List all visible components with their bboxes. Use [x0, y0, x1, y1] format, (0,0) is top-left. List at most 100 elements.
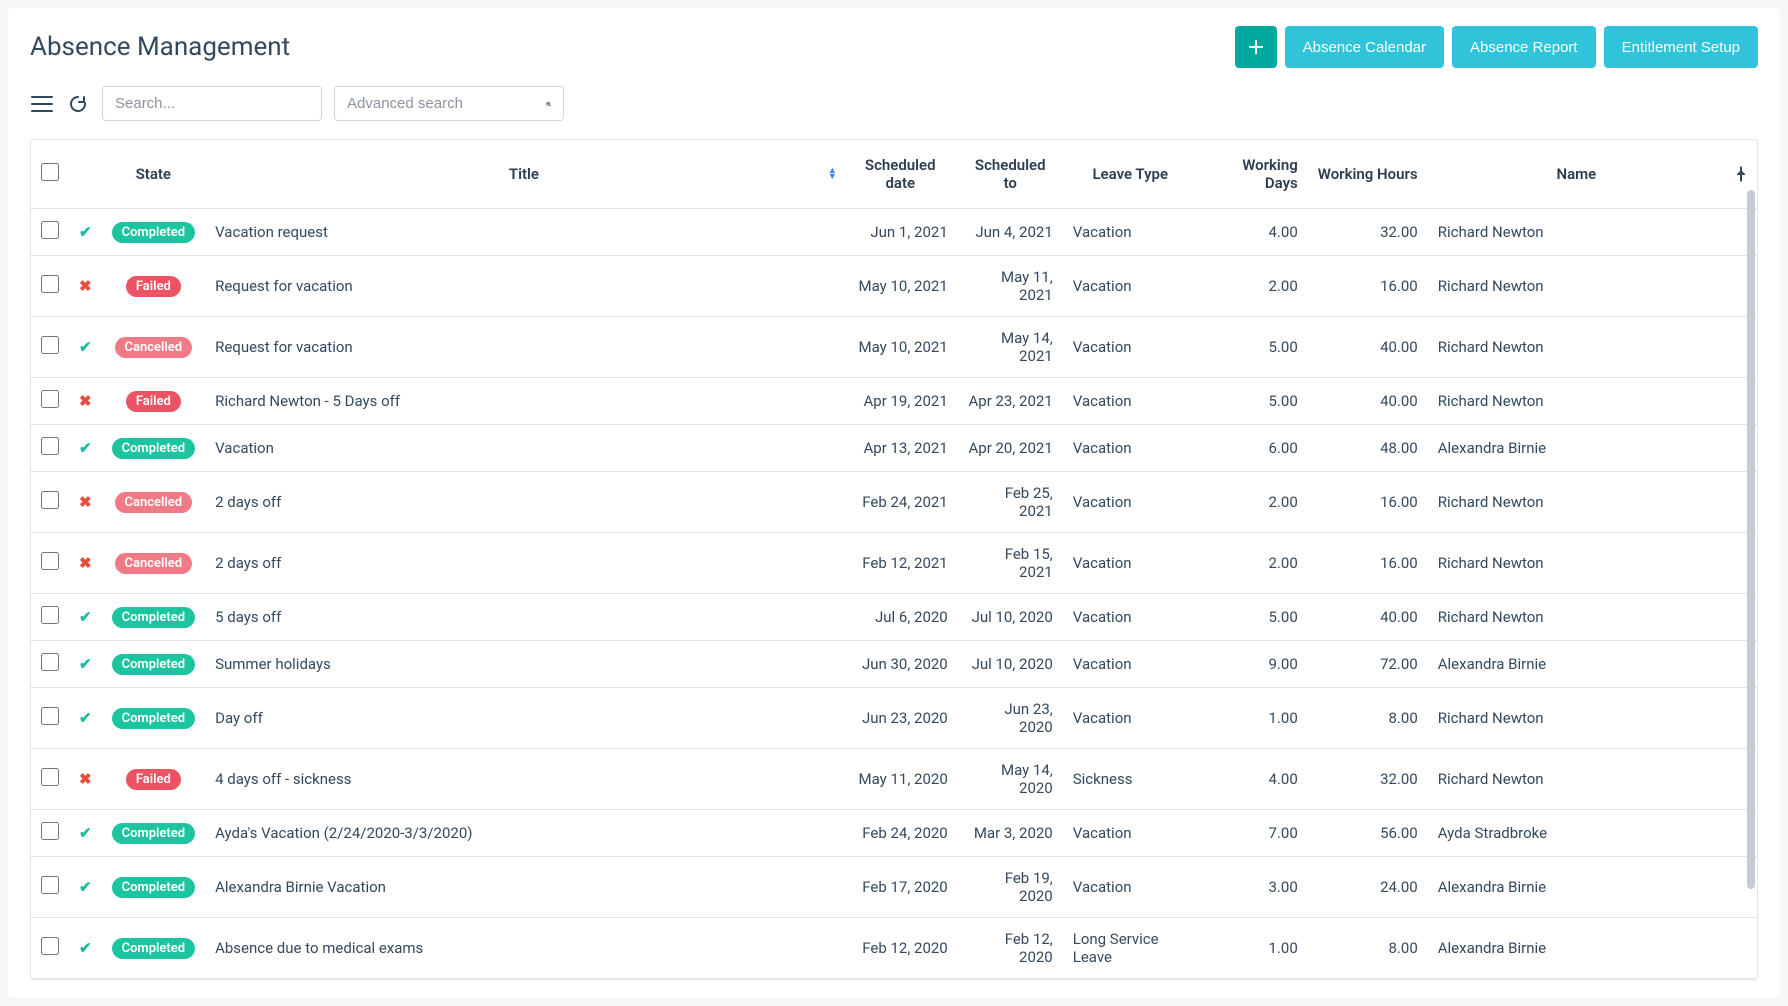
cell-leave-type: Sickness [1063, 749, 1198, 810]
cell-scheduled-to: May 14, 2020 [958, 749, 1063, 810]
cell-scheduled-to: Feb 15, 2021 [958, 533, 1063, 594]
row-checkbox[interactable] [41, 390, 59, 408]
cell-name: Richard Newton [1428, 472, 1725, 533]
check-icon: ✔ [79, 439, 92, 457]
cell-scheduled-to: May 11, 2021 [958, 256, 1063, 317]
cell-leave-type: Vacation [1063, 209, 1198, 256]
search-input[interactable] [115, 95, 314, 112]
cell-leave-type: Vacation [1063, 425, 1198, 472]
cell-name: Alexandra Birnie [1428, 857, 1725, 918]
column-working-days[interactable]: Working Days [1198, 140, 1308, 209]
row-checkbox[interactable] [41, 822, 59, 840]
row-checkbox[interactable] [41, 491, 59, 509]
state-badge: Completed [112, 823, 196, 844]
table-row[interactable]: ✔CancelledRequest for vacationMay 10, 20… [31, 317, 1757, 378]
table-row[interactable]: ✔CompletedAyda's Vacation (2/24/2020-3/3… [31, 810, 1757, 857]
cell-scheduled-to: May 14, 2021 [958, 317, 1063, 378]
table-row[interactable]: ✔CompletedAlexandra Birnie VacationFeb 1… [31, 857, 1757, 918]
table-row[interactable]: ✔CompletedVacationApr 13, 2021Apr 20, 20… [31, 425, 1757, 472]
cell-working-hours: 24.00 [1308, 857, 1428, 918]
row-checkbox[interactable] [41, 552, 59, 570]
check-icon: ✔ [79, 939, 92, 957]
cell-scheduled-date: Jun 1, 2021 [843, 209, 958, 256]
row-checkbox[interactable] [41, 876, 59, 894]
row-checkbox[interactable] [41, 937, 59, 955]
column-title-label: Title [509, 165, 539, 183]
cell-scheduled-date: Feb 24, 2020 [843, 810, 958, 857]
cell-working-days: 2.00 [1198, 472, 1308, 533]
cell-leave-type: Vacation [1063, 641, 1198, 688]
table-row[interactable]: ✖FailedRichard Newton - 5 Days offApr 19… [31, 378, 1757, 425]
column-state[interactable]: State [102, 140, 206, 209]
page-title: Absence Management [30, 32, 290, 62]
cell-leave-type: Vacation [1063, 594, 1198, 641]
cell-working-hours: 32.00 [1308, 749, 1428, 810]
cell-working-days: 5.00 [1198, 594, 1308, 641]
advanced-search-input[interactable] [347, 95, 546, 112]
column-scheduled-to[interactable]: Scheduled to [958, 140, 1063, 209]
row-checkbox[interactable] [41, 653, 59, 671]
cell-leave-type: Vacation [1063, 857, 1198, 918]
state-badge: Completed [112, 607, 196, 628]
cell-scheduled-to: Feb 19, 2020 [958, 857, 1063, 918]
table-row[interactable]: ✖FailedRequest for vacationMay 10, 2021M… [31, 256, 1757, 317]
column-scheduled-date[interactable]: Scheduled date [843, 140, 958, 209]
cell-scheduled-date: Jun 30, 2020 [843, 641, 958, 688]
hamburger-icon [31, 95, 53, 113]
refresh-button[interactable] [66, 92, 90, 116]
cell-leave-type: Vacation [1063, 810, 1198, 857]
cell-working-days: 6.00 [1198, 425, 1308, 472]
table-row[interactable]: ✖Cancelled2 days offFeb 24, 2021Feb 25, … [31, 472, 1757, 533]
row-checkbox[interactable] [41, 221, 59, 239]
table-row[interactable]: ✔CompletedDay offJun 23, 2020Jun 23, 202… [31, 688, 1757, 749]
row-checkbox[interactable] [41, 437, 59, 455]
cell-working-hours: 40.00 [1308, 317, 1428, 378]
cell-title: 2 days off [205, 533, 843, 594]
state-badge: Completed [112, 438, 196, 459]
cell-title: Request for vacation [205, 317, 843, 378]
cell-scheduled-date: Feb 24, 2021 [843, 472, 958, 533]
table-row[interactable]: ✔CompletedVacation requestJun 1, 2021Jun… [31, 209, 1757, 256]
select-all-checkbox[interactable] [41, 163, 59, 181]
state-badge: Failed [126, 769, 181, 790]
column-working-hours[interactable]: Working Hours [1308, 140, 1428, 209]
advanced-search-box [334, 86, 564, 121]
table-row[interactable]: ✔Completed5 days offJul 6, 2020Jul 10, 2… [31, 594, 1757, 641]
x-icon: ✖ [79, 554, 92, 572]
cell-name: Richard Newton [1428, 209, 1725, 256]
state-badge: Completed [112, 222, 196, 243]
cell-working-days: 4.00 [1198, 209, 1308, 256]
cell-working-days: 5.00 [1198, 378, 1308, 425]
row-checkbox[interactable] [41, 606, 59, 624]
scrollbar[interactable] [1747, 190, 1755, 889]
row-checkbox[interactable] [41, 768, 59, 786]
row-checkbox[interactable] [41, 336, 59, 354]
absence-report-button[interactable]: Absence Report [1452, 26, 1596, 68]
table-row[interactable]: ✖ Cancelled 2 days offFeb 12, 2021Feb 15, … [31, 533, 1757, 594]
entitlement-setup-button[interactable]: Entitlement Setup [1604, 26, 1758, 68]
state-badge: Cancelled [115, 553, 193, 574]
refresh-icon [68, 94, 88, 114]
column-title[interactable]: Title ▲▼ [205, 140, 843, 209]
cell-scheduled-to: Feb 12, 2020 [958, 918, 1063, 979]
cell-scheduled-date: Jun 23, 2020 [843, 688, 958, 749]
row-checkbox[interactable] [41, 707, 59, 725]
cell-scheduled-to: Apr 20, 2021 [958, 425, 1063, 472]
add-button[interactable] [1235, 26, 1277, 68]
row-checkbox[interactable] [41, 275, 59, 293]
table-row[interactable]: ✖Failed4 days off - sicknessMay 11, 2020… [31, 749, 1757, 810]
cell-title: Request for vacation [205, 256, 843, 317]
cell-name: Richard Newton [1428, 594, 1725, 641]
cell-working-hours: 8.00 [1308, 918, 1428, 979]
column-name[interactable]: Name [1428, 140, 1725, 209]
table-row[interactable]: ✔CompletedAbsence due to medical examsFe… [31, 918, 1757, 979]
absence-calendar-button[interactable]: Absence Calendar [1285, 26, 1444, 68]
menu-button[interactable] [30, 92, 54, 116]
cell-working-days: 1.00 [1198, 688, 1308, 749]
cell-scheduled-date: May 10, 2021 [843, 317, 958, 378]
column-leave-type[interactable]: Leave Type [1063, 140, 1198, 209]
cell-scheduled-date: Feb 12, 2021 [843, 533, 958, 594]
cell-working-hours: 8.00 [1308, 688, 1428, 749]
table-row[interactable]: ✔CompletedSummer holidaysJun 30, 2020Jul… [31, 641, 1757, 688]
cell-name: Alexandra Birnie [1428, 918, 1725, 979]
